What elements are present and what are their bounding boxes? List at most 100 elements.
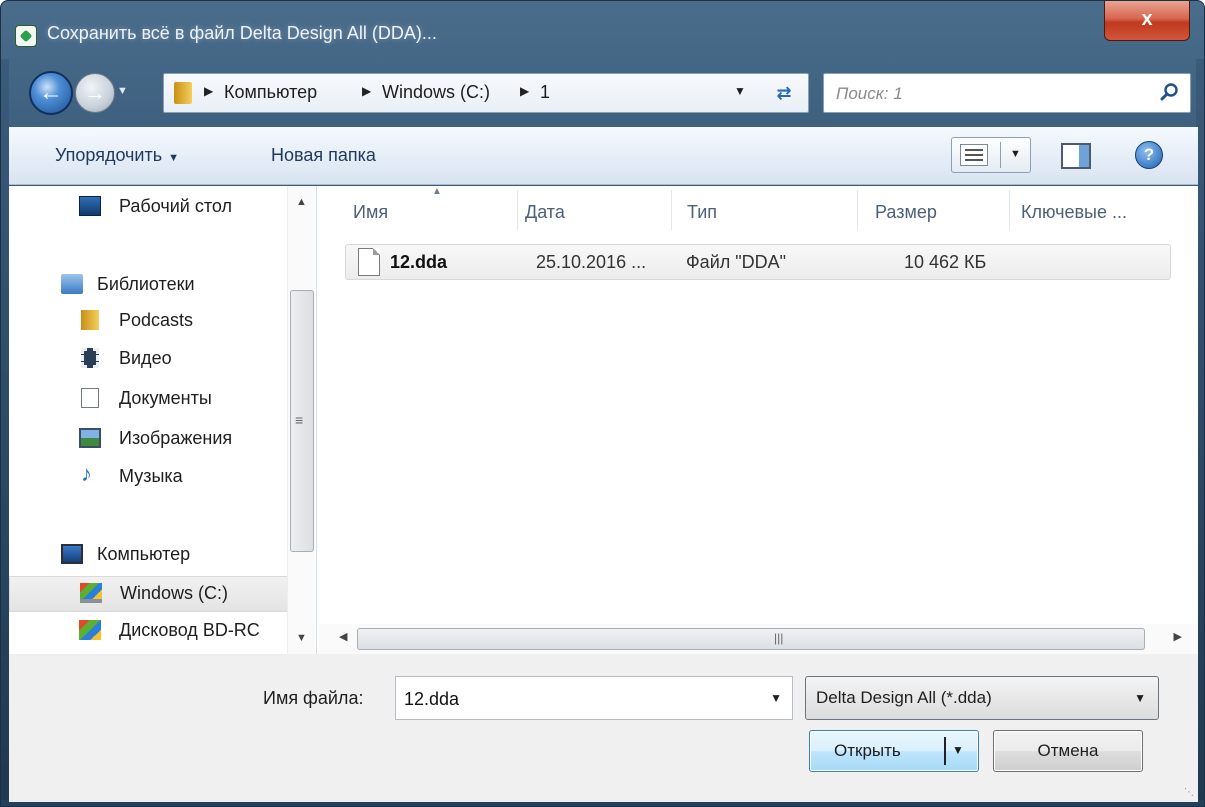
file-icon <box>358 248 380 276</box>
address-row: ← → ▼ ▶ Компьютер ▶ Windows (C:) ▶ 1 ▼ ⇄ <box>15 69 1191 119</box>
nav-item-label: Библиотеки <box>97 274 195 294</box>
chevron-right-icon[interactable]: ▶ <box>204 84 213 98</box>
navigation-pane: Рабочий стол Библиотеки Podcasts Видео Д… <box>9 186 317 654</box>
file-size: 10 462 КБ <box>904 252 987 272</box>
computer-icon <box>61 544 83 564</box>
music-icon: ♪ <box>81 461 92 486</box>
forward-button[interactable]: → <box>75 73 115 113</box>
nav-item-video[interactable]: Видео <box>9 342 291 378</box>
resize-grip-icon[interactable]: ⋱ <box>1184 787 1194 798</box>
new-folder-button[interactable]: Новая папка <box>271 145 376 166</box>
window-frame-left <box>1 59 9 800</box>
nav-item-label: Документы <box>119 388 212 408</box>
chevron-down-icon: ▼ <box>1134 691 1146 705</box>
history-dropdown-icon[interactable]: ▼ <box>117 85 129 99</box>
column-separator[interactable] <box>1009 190 1010 230</box>
nav-item-windows-drive[interactable]: Windows (C:) <box>9 576 291 612</box>
help-icon[interactable]: ? <box>1135 141 1163 169</box>
refresh-icon[interactable]: ⇄ <box>766 80 802 108</box>
breadcrumb-computer[interactable]: Компьютер <box>224 82 317 103</box>
column-separator[interactable] <box>857 190 858 230</box>
cancel-button[interactable]: Отмена <box>993 730 1143 772</box>
column-separator[interactable] <box>517 190 518 230</box>
pictures-icon <box>79 428 101 448</box>
scroll-grip-icon: ||| <box>774 631 784 645</box>
address-bar[interactable]: ▶ Компьютер ▶ Windows (C:) ▶ 1 ▼ ⇄ <box>163 73 809 113</box>
file-type: Файл "DDA" <box>686 252 787 272</box>
scroll-up-icon[interactable]: ▲ <box>296 196 307 208</box>
file-list-pane: ▲ Имя Дата Тип Размер Ключевые ... 12.dd… <box>319 186 1198 654</box>
breadcrumb-drive[interactable]: Windows (C:) <box>382 82 490 103</box>
split-divider <box>944 737 946 765</box>
scroll-down-icon[interactable]: ▼ <box>296 632 307 644</box>
nav-item-music[interactable]: ♪ Музыка <box>9 460 291 496</box>
address-dropdown-icon[interactable]: ▼ <box>734 84 746 98</box>
optical-drive-icon <box>79 620 101 640</box>
scroll-left-icon[interactable]: ◀ <box>339 630 347 643</box>
filetype-select[interactable]: Delta Design All (*.dda) ▼ <box>805 676 1159 720</box>
nav-vertical-scrollbar[interactable]: ▲ ≡ ▼ <box>287 186 315 654</box>
window-title: Сохранить всё в файл Delta Design All (D… <box>47 23 437 43</box>
chevron-right-icon[interactable]: ▶ <box>520 84 529 98</box>
scrollbar-thumb[interactable]: ||| <box>357 628 1145 650</box>
nav-item-label: Музыка <box>119 466 183 486</box>
nav-item-pictures[interactable]: Изображения <box>9 422 291 458</box>
column-type[interactable]: Тип <box>687 202 717 223</box>
file-row[interactable]: 12.dda 25.10.2016 ... Файл "DDA" 10 462 … <box>345 244 1171 280</box>
search-box[interactable] <box>823 73 1191 113</box>
chevron-down-icon[interactable]: ▼ <box>952 743 964 757</box>
folder-icon <box>81 310 99 330</box>
nav-item-libraries[interactable]: Библиотеки <box>9 268 291 304</box>
nav-item-label: Изображения <box>119 428 233 448</box>
close-button[interactable]: x <box>1104 1 1190 41</box>
filename-combobox[interactable]: ▼ <box>395 676 793 720</box>
chevron-down-icon[interactable]: ▼ <box>770 691 782 705</box>
view-separator <box>1000 142 1001 168</box>
column-separator[interactable] <box>671 190 672 230</box>
view-options-button[interactable]: ▼ <box>951 137 1031 173</box>
nav-item-computer[interactable]: Компьютер <box>9 538 291 574</box>
scroll-right-icon[interactable]: ▶ <box>1174 630 1182 643</box>
column-size[interactable]: Размер <box>875 202 937 223</box>
nav-item-label: Podcasts <box>119 310 194 330</box>
nav-item-documents[interactable]: Документы <box>9 382 291 418</box>
filename-label: Имя файла: <box>263 688 364 708</box>
save-options-panel: Имя файла: ▼ Delta Design All (*.dda) ▼ … <box>9 654 1198 802</box>
search-input[interactable] <box>836 82 1136 106</box>
drive-icon <box>80 583 102 603</box>
breadcrumb-folder[interactable]: 1 <box>540 82 550 103</box>
column-tags[interactable]: Ключевые ... <box>1021 202 1127 223</box>
file-horizontal-scrollbar[interactable]: ◀ ||| ▶ <box>319 624 1198 654</box>
sort-ascending-icon: ▲ <box>432 186 442 197</box>
nav-item-label: Рабочий стол <box>119 196 232 216</box>
save-dialog-window: Сохранить всё в файл Delta Design All (D… <box>0 0 1205 807</box>
organize-label: Упорядочить <box>55 145 163 165</box>
libraries-icon <box>61 274 83 294</box>
content-area: Рабочий стол Библиотеки Podcasts Видео Д… <box>9 186 1198 654</box>
nav-item-label: Компьютер <box>97 544 191 564</box>
chevron-down-icon[interactable]: ▼ <box>1010 148 1021 160</box>
app-icon <box>15 25 37 47</box>
nav-item-desktop[interactable]: Рабочий стол <box>9 190 291 226</box>
chevron-right-icon[interactable]: ▶ <box>362 84 371 98</box>
column-date[interactable]: Дата <box>525 202 565 223</box>
document-icon <box>81 388 99 408</box>
nav-item-label: Windows (C:) <box>120 583 229 603</box>
organize-button[interactable]: Упорядочить ▼ <box>55 145 179 166</box>
preview-pane-icon[interactable] <box>1061 143 1091 169</box>
nav-item-label: Видео <box>119 348 172 368</box>
nav-item-bd-rom[interactable]: Дисковод BD-RC <box>9 614 291 650</box>
file-name: 12.dda <box>390 252 448 272</box>
file-date: 25.10.2016 ... <box>536 252 647 272</box>
search-icon[interactable] <box>1160 82 1180 102</box>
video-icon <box>81 348 99 368</box>
open-button[interactable]: Открыть ▼ <box>809 730 979 772</box>
column-name[interactable]: Имя <box>353 202 388 223</box>
title-bar[interactable]: Сохранить всё в файл Delta Design All (D… <box>1 1 1204 61</box>
details-view-icon <box>960 144 988 166</box>
back-button[interactable]: ← <box>29 71 73 115</box>
open-button-label: Открыть <box>834 741 901 760</box>
chevron-down-icon: ▼ <box>168 152 180 164</box>
nav-item-podcasts[interactable]: Podcasts <box>9 304 291 340</box>
filename-input[interactable] <box>404 687 744 711</box>
